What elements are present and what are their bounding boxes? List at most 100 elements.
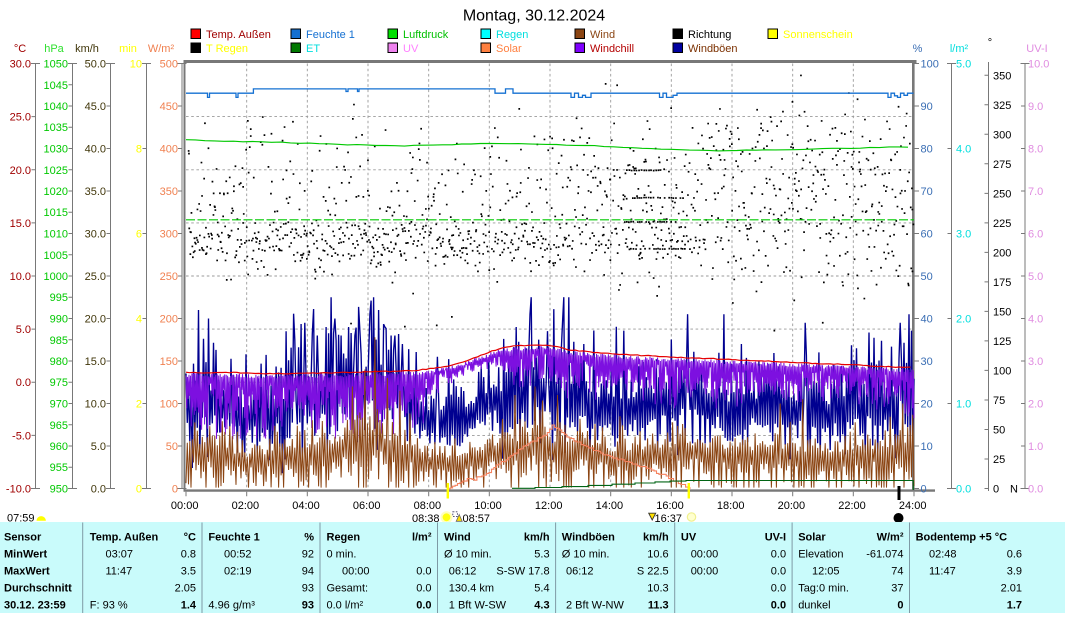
svg-text:03:07: 03:07 [106, 549, 134, 561]
svg-text:100: 100 [160, 399, 178, 411]
svg-text:2.05: 2.05 [175, 583, 196, 595]
svg-text:06:00: 06:00 [353, 500, 381, 512]
svg-text:1 Bft W-SW: 1 Bft W-SW [449, 600, 507, 612]
svg-text:Windböen: Windböen [562, 532, 615, 544]
svg-text:3.9: 3.9 [1007, 566, 1022, 578]
svg-text:10.3: 10.3 [647, 583, 668, 595]
svg-text:Sonnenschein: Sonnenschein [783, 29, 853, 41]
svg-text:30: 30 [921, 356, 933, 368]
svg-text:6.0: 6.0 [1028, 229, 1043, 241]
svg-text:2.0: 2.0 [1028, 399, 1043, 411]
svg-text:74: 74 [891, 566, 903, 578]
svg-text:25.0: 25.0 [85, 271, 106, 283]
svg-text:150: 150 [160, 356, 178, 368]
svg-text:0.0: 0.0 [416, 600, 431, 612]
svg-text:0.0 l/m²: 0.0 l/m² [327, 600, 364, 612]
svg-text:70: 70 [921, 186, 933, 198]
svg-text:400: 400 [160, 144, 178, 156]
svg-text:dunkel: dunkel [798, 600, 830, 612]
svg-text:0: 0 [897, 600, 903, 612]
svg-text:Montag, 30.12.2024: Montag, 30.12.2024 [463, 8, 605, 25]
svg-text:%: % [304, 532, 314, 544]
svg-text:94: 94 [302, 566, 314, 578]
svg-text:°C: °C [14, 43, 26, 55]
svg-text:14:00: 14:00 [596, 500, 624, 512]
svg-text:225: 225 [993, 218, 1011, 230]
svg-text:3.0: 3.0 [956, 229, 971, 241]
svg-text:50: 50 [993, 425, 1005, 437]
svg-text:300: 300 [160, 229, 178, 241]
svg-text:UV: UV [681, 532, 697, 544]
svg-text:960: 960 [50, 441, 68, 453]
svg-text:90: 90 [921, 101, 933, 113]
svg-text:30.0: 30.0 [85, 229, 106, 241]
svg-text:Regen: Regen [496, 29, 528, 41]
svg-text:l/m²: l/m² [412, 532, 432, 544]
svg-text:Elevation: Elevation [798, 549, 843, 561]
svg-text:500: 500 [160, 59, 178, 71]
svg-text:-61.074: -61.074 [866, 549, 903, 561]
svg-text:16:00: 16:00 [656, 500, 684, 512]
svg-text:0.8: 0.8 [181, 549, 196, 561]
svg-text:37: 37 [891, 583, 903, 595]
svg-text:00:00: 00:00 [171, 500, 199, 512]
svg-text:Wind: Wind [590, 29, 615, 41]
svg-text:0.0: 0.0 [771, 583, 786, 595]
svg-text:04:00: 04:00 [292, 500, 320, 512]
svg-text:50: 50 [166, 441, 178, 453]
svg-text:Tag:0 min.: Tag:0 min. [798, 583, 849, 595]
svg-text:990: 990 [50, 314, 68, 326]
svg-text:0 min.: 0 min. [327, 549, 357, 561]
svg-text:9.0: 9.0 [1028, 101, 1043, 113]
svg-text:W/m²: W/m² [877, 532, 904, 544]
svg-text:Feuchte 1: Feuchte 1 [208, 532, 259, 544]
svg-text:S 22.5: S 22.5 [637, 566, 669, 578]
svg-text:100: 100 [921, 59, 939, 71]
svg-text:06:12: 06:12 [449, 566, 477, 578]
svg-text:20.0: 20.0 [85, 314, 106, 326]
svg-text:4.3: 4.3 [534, 600, 549, 612]
svg-text:1025: 1025 [44, 165, 68, 177]
svg-text:450: 450 [160, 101, 178, 113]
svg-text:20: 20 [921, 399, 933, 411]
svg-text:00:00: 00:00 [691, 549, 719, 561]
svg-text:985: 985 [50, 335, 68, 347]
svg-text:75: 75 [993, 395, 1005, 407]
svg-text:0.0: 0.0 [956, 484, 971, 496]
svg-text:93: 93 [302, 600, 314, 612]
svg-text:ET: ET [306, 43, 320, 55]
svg-text:93: 93 [302, 583, 314, 595]
svg-text:Sensor: Sensor [4, 532, 42, 544]
svg-text:100: 100 [993, 365, 1011, 377]
svg-text:1.0: 1.0 [1028, 441, 1043, 453]
svg-text:965: 965 [50, 420, 68, 432]
svg-text:7.0: 7.0 [1028, 186, 1043, 198]
svg-text:5.3: 5.3 [534, 549, 549, 561]
svg-text:25.0: 25.0 [10, 112, 31, 124]
svg-text:15.0: 15.0 [85, 356, 106, 368]
svg-text:Windböen: Windböen [688, 43, 738, 55]
svg-text:300: 300 [993, 129, 1011, 141]
svg-text:Ø 10 min.: Ø 10 min. [562, 549, 610, 561]
svg-text:200: 200 [993, 247, 1011, 259]
svg-text:02:00: 02:00 [232, 500, 260, 512]
svg-text:km/h: km/h [75, 43, 99, 55]
svg-text:350: 350 [993, 70, 1011, 82]
svg-text:0: 0 [172, 484, 178, 496]
svg-text:35.0: 35.0 [85, 186, 106, 198]
svg-text:2.0: 2.0 [956, 314, 971, 326]
svg-text:5.0: 5.0 [1028, 271, 1043, 283]
svg-text:N: N [1010, 484, 1018, 496]
svg-text:30.0: 30.0 [10, 59, 31, 71]
svg-text:22:00: 22:00 [838, 500, 866, 512]
svg-text:1050: 1050 [44, 59, 68, 71]
svg-text:275: 275 [993, 159, 1011, 171]
svg-text:980: 980 [50, 356, 68, 368]
svg-text:UV-I: UV-I [765, 532, 786, 544]
svg-text:6: 6 [136, 229, 142, 241]
svg-text:2 Bft W-NW: 2 Bft W-NW [566, 600, 624, 612]
svg-text:200: 200 [160, 314, 178, 326]
svg-text:5.0: 5.0 [956, 59, 971, 71]
svg-text:250: 250 [160, 271, 178, 283]
svg-text:10: 10 [130, 59, 142, 71]
